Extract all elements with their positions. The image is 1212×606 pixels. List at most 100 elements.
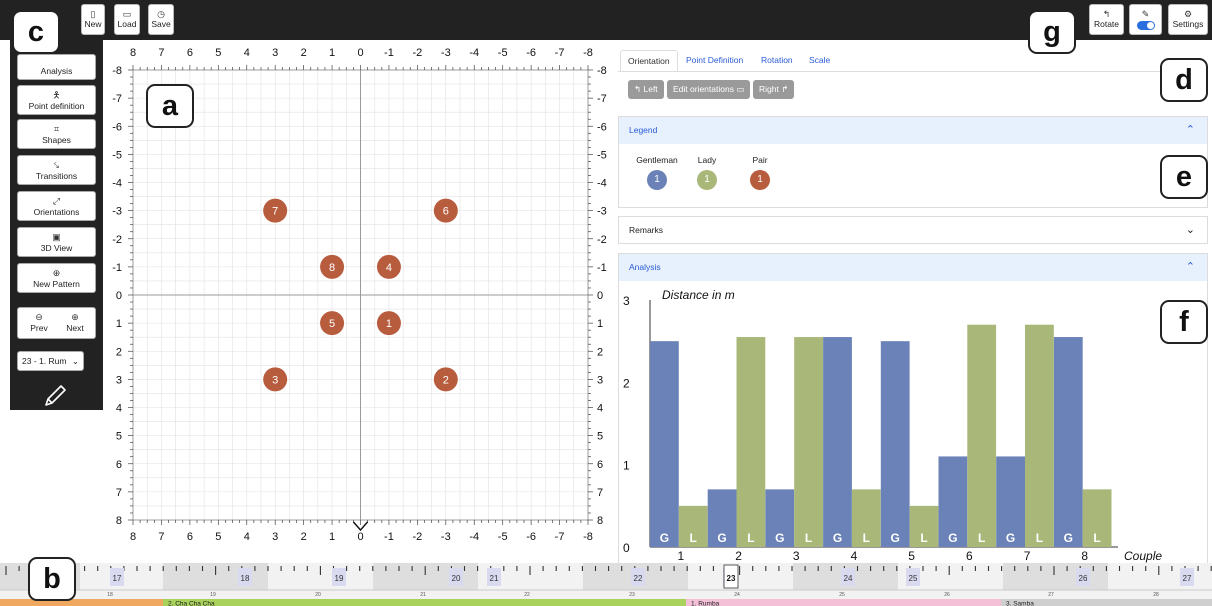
couple-label: 5 (329, 318, 335, 330)
couple-marker[interactable]: 8 (320, 254, 345, 279)
badge-c: c (12, 10, 60, 54)
remarks-header[interactable]: Remarks ⌄ (619, 217, 1207, 244)
y-tick-label: 1 (116, 318, 122, 330)
badge-b: b (28, 557, 76, 601)
x-tick-label: 2 (735, 549, 742, 563)
dance-segment (0, 599, 163, 606)
bar-letter: G (891, 531, 900, 545)
x-tick-label: -7 (555, 531, 565, 543)
bar-number: 20 (452, 574, 461, 583)
legend-header[interactable]: Legend ⌃ (619, 117, 1207, 144)
y-tick-label: 3 (116, 374, 122, 386)
y-tick-label: 4 (116, 403, 122, 415)
analysis-header[interactable]: Analysis ⌃ (619, 254, 1207, 281)
badge-f: f (1160, 300, 1208, 344)
legend-dot: 1 (647, 170, 667, 190)
analysis-title: Analysis (629, 262, 661, 272)
couple-marker[interactable]: 7 (263, 198, 288, 223)
beat-number: 28 (1153, 592, 1159, 598)
y-tick-label: -4 (597, 178, 607, 190)
couple-marker[interactable]: 4 (376, 254, 401, 279)
legend-pair: Pair 1 (730, 155, 790, 190)
y-tick-label: 7 (597, 487, 603, 499)
beat-number: 19 (210, 592, 216, 598)
x-tick-label: 1 (329, 531, 335, 543)
couple-label: 3 (272, 374, 278, 386)
y-tick-label: 3 (597, 374, 603, 386)
legend-label: Lady (697, 155, 717, 165)
y-tick-label: 5 (597, 431, 603, 443)
dance-label: 3. Samba (1006, 601, 1034, 606)
badge-d: d (1160, 58, 1208, 102)
x-tick-label: 2 (301, 531, 307, 543)
right-button[interactable]: Right ↱ (753, 80, 795, 99)
x-tick-label: 7 (158, 47, 164, 59)
bar-number: 24 (844, 574, 853, 583)
legend-label: Gentleman (636, 155, 678, 165)
chart-bar (650, 341, 679, 547)
legend-section: Legend ⌃ Gentleman 1 Lady 1 Pair 1 (618, 116, 1208, 208)
couple-marker[interactable]: 2 (433, 367, 458, 392)
beat-number: 24 (734, 592, 740, 598)
x-tick-label: 6 (187, 47, 193, 59)
tab-scale[interactable]: Scale (809, 50, 830, 70)
beat-number: 23 (629, 592, 635, 598)
badge-g: g (1028, 10, 1076, 54)
y-tick-label: 7 (116, 487, 122, 499)
edit-toggle[interactable]: ✎ (1129, 4, 1162, 35)
tab-rotation[interactable]: Rotation (761, 50, 793, 70)
x-tick-label: 6 (966, 549, 973, 563)
rotate-button[interactable]: ↰ Rotate (1089, 4, 1124, 35)
y-tick-label: 5 (116, 431, 122, 443)
bar-letter: L (978, 531, 985, 545)
gear-icon: ⚙ (1183, 9, 1193, 19)
bar-number: 17 (113, 574, 122, 583)
toggle-switch[interactable] (1136, 21, 1155, 30)
chart-title: Distance in m (662, 288, 735, 302)
dance-segment (163, 599, 686, 606)
couple-label: 6 (443, 206, 449, 218)
legend-dot: 1 (697, 170, 717, 190)
y-tick-label: -6 (597, 121, 607, 133)
settings-button[interactable]: ⚙ Settings (1168, 4, 1208, 35)
x-tick-label: 1 (678, 549, 685, 563)
x-tick-label: -6 (526, 47, 536, 59)
x-tick-label: -4 (469, 531, 479, 543)
x-tick-label: -8 (583, 47, 593, 59)
bar-letter: G (660, 531, 669, 545)
rotate-label: Rotate (1093, 19, 1120, 29)
y-tick-label: 2 (597, 346, 603, 358)
y-tick-label: 0 (623, 541, 630, 555)
chart-bar (880, 341, 910, 547)
rotate-icon: ↰ (1102, 9, 1111, 19)
bar-letter: G (1006, 531, 1015, 545)
y-tick-label: -8 (597, 65, 607, 77)
settings-label: Settings (1172, 19, 1204, 29)
current-bar-number: 23 (727, 574, 736, 583)
dance-floor-grid[interactable]: 887766554433221100-1-1-2-2-3-3-4-4-5-5-6… (0, 0, 620, 563)
couple-marker[interactable]: 3 (263, 367, 288, 392)
legend-dot: 1 (750, 170, 770, 190)
couple-marker[interactable]: 5 (320, 311, 345, 336)
y-tick-label: 4 (597, 403, 603, 415)
remarks-section: Remarks ⌄ (618, 216, 1208, 244)
edit-orientations-button[interactable]: Edit orientations ▭ (667, 80, 751, 99)
couple-marker[interactable]: 6 (433, 198, 458, 223)
left-button[interactable]: ↰ Left (628, 80, 664, 99)
y-tick-label: -3 (112, 206, 122, 218)
couple-label: 4 (386, 262, 392, 274)
x-tick-label: 3 (272, 47, 278, 59)
x-tick-label: 5 (215, 47, 221, 59)
x-tick-label: 3 (272, 531, 278, 543)
tab-orientation[interactable]: Orientation (620, 50, 678, 72)
legend-label: Pair (752, 155, 768, 165)
couple-marker[interactable]: 1 (376, 311, 401, 336)
pencil-toggle-icon: ✎ (1141, 9, 1150, 19)
x-tick-label: 8 (130, 47, 136, 59)
bar-letter: L (690, 531, 697, 545)
x-tick-label: 6 (187, 531, 193, 543)
timeline[interactable]: 1718192021222324252627231819202122232425… (0, 563, 1212, 606)
x-tick-label: -4 (469, 47, 479, 59)
y-tick-label: -4 (112, 178, 122, 190)
tab-point-definition[interactable]: Point Definition (686, 50, 743, 70)
